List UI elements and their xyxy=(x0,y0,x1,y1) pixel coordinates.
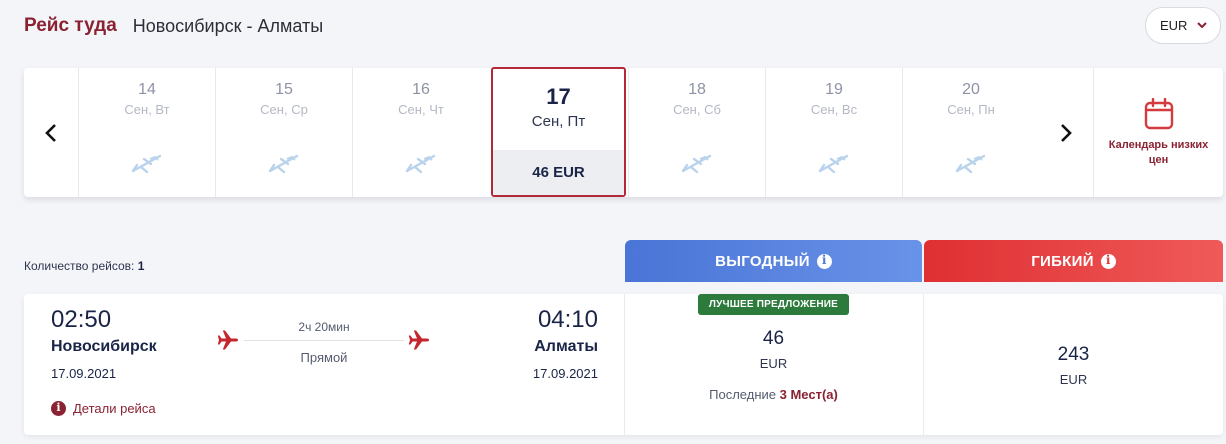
currency-value: EUR xyxy=(1160,18,1188,33)
arrival-date: 17.09.2021 xyxy=(532,366,598,381)
no-flights-plane-icon xyxy=(955,154,986,174)
arrival-city: Алматы xyxy=(534,338,598,355)
date-option-20[interactable]: 20 Сен, Пн xyxy=(902,68,1039,197)
date-option-19[interactable]: 19 Сен, Вс xyxy=(765,68,902,197)
date-selector: 14 Сен, Вт 15 Сен, Ср 16 Сен, Чт 17 Сен,… xyxy=(24,67,1223,197)
route-line xyxy=(244,340,404,341)
direction-title: Рейс туда xyxy=(24,15,117,36)
departure-date: 17.09.2021 xyxy=(51,366,117,381)
flight-row: 02:50 Новосибирск 17.09.2021 2ч 20мин Пр… xyxy=(24,294,1223,435)
best-offer-badge: ЛУЧШЕЕ ПРЕДЛОЖЕНИЕ xyxy=(698,294,849,315)
flights-count-value: 1 xyxy=(137,259,145,273)
chevron-right-icon xyxy=(1061,123,1072,142)
low-price-calendar-label: Календарь низких цен xyxy=(1108,139,1209,166)
calendar-icon xyxy=(1144,98,1173,130)
no-flights-plane-icon xyxy=(681,154,712,174)
info-icon xyxy=(51,401,66,416)
flights-count: Количество рейсов: 1 xyxy=(24,259,145,273)
info-icon[interactable] xyxy=(1100,253,1116,269)
departure-city: Новосибирск xyxy=(51,338,157,355)
flight-details-link[interactable]: Детали рейса xyxy=(51,401,156,416)
page-header: Рейс туда Новосибирск - Алматы xyxy=(24,14,323,38)
date-option-18[interactable]: 18 Сен, Сб xyxy=(628,68,765,197)
currency-select[interactable]: EUR xyxy=(1145,7,1221,44)
date-option-16[interactable]: 16 Сен, Чт xyxy=(352,68,489,197)
seats-left: Последние 3 Мест(а) xyxy=(709,387,838,402)
plane-arrival-icon xyxy=(408,329,430,351)
flight-duration: 2ч 20мин xyxy=(298,320,350,334)
next-dates-button[interactable] xyxy=(1039,68,1093,197)
low-price-calendar-button[interactable]: Календарь низких цен xyxy=(1093,68,1223,197)
flexible-price: 243 xyxy=(1057,344,1090,365)
info-icon[interactable] xyxy=(816,253,832,269)
no-flights-plane-icon xyxy=(268,154,299,174)
flight-type: Прямой xyxy=(300,350,348,365)
economy-price: 46 xyxy=(762,328,785,349)
chevron-down-icon xyxy=(1197,22,1207,29)
chevron-left-icon xyxy=(45,123,56,142)
economy-currency: EUR xyxy=(759,356,788,371)
arrival-time: 04:10 xyxy=(537,306,598,333)
flexible-currency: EUR xyxy=(1059,372,1088,387)
fare-header-flexible[interactable]: ГИБКИЙ xyxy=(924,240,1223,282)
no-flights-plane-icon xyxy=(818,154,849,174)
fare-header-economy[interactable]: ВЫГОДНЫЙ xyxy=(625,240,922,282)
no-flights-plane-icon xyxy=(405,154,436,174)
no-flights-plane-icon xyxy=(131,154,162,174)
date-option-17-selected[interactable]: 17 Сен, Пт 46 EUR xyxy=(491,67,626,197)
flexible-fare-option[interactable]: 243 EUR xyxy=(924,294,1223,435)
date-option-15[interactable]: 15 Сен, Ср xyxy=(215,68,352,197)
route-title: Новосибирск - Алматы xyxy=(132,15,324,36)
economy-fare-option[interactable]: ЛУЧШЕЕ ПРЕДЛОЖЕНИЕ 46 EUR Последние 3 Ме… xyxy=(625,294,922,435)
selected-date-price: 46 EUR xyxy=(493,150,624,195)
prev-dates-button[interactable] xyxy=(24,68,78,197)
date-option-14[interactable]: 14 Сен, Вт xyxy=(78,68,215,197)
plane-departure-icon xyxy=(217,329,239,351)
departure-time: 02:50 xyxy=(51,306,112,333)
